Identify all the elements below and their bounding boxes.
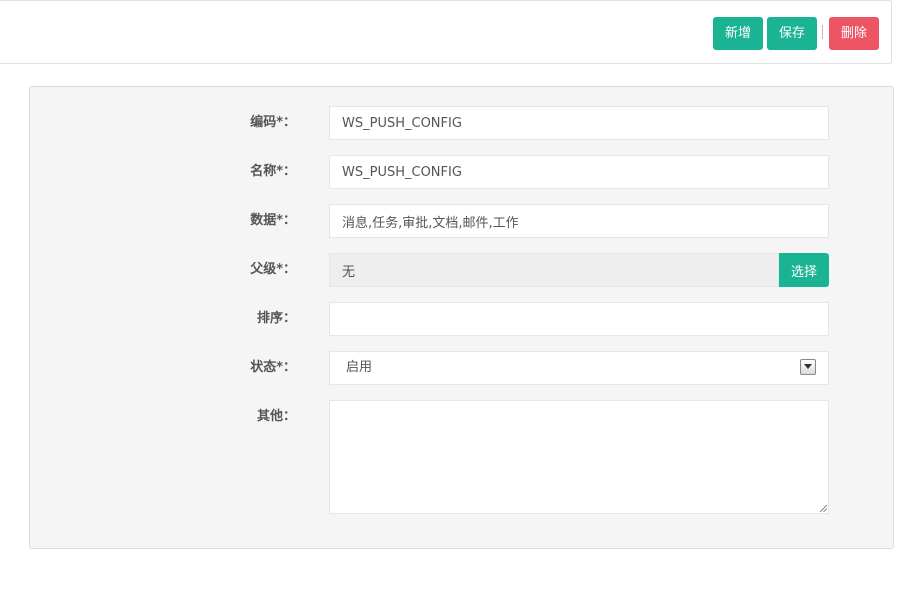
- code-input[interactable]: [329, 106, 829, 140]
- status-select[interactable]: 启用: [329, 351, 829, 385]
- toolbar: 新增 保存 删除: [0, 0, 892, 64]
- chevron-down-icon[interactable]: [800, 359, 816, 375]
- name-input[interactable]: [329, 155, 829, 189]
- other-label: 其他：: [256, 409, 296, 424]
- parent-input[interactable]: [329, 253, 779, 287]
- sort-input[interactable]: [329, 302, 829, 336]
- toolbar-separator: [822, 25, 823, 39]
- sort-label: 排序：: [256, 311, 296, 326]
- code-label: 编码*：: [250, 115, 296, 130]
- page: 新增 保存 删除 编码*： 名称*： 数据*： 父级*： 选择 排序： 状态*：…: [0, 0, 920, 600]
- parent-select-button[interactable]: 选择: [779, 253, 829, 287]
- delete-button[interactable]: 删除: [829, 17, 879, 50]
- data-input[interactable]: [329, 204, 829, 238]
- name-label: 名称*：: [250, 164, 296, 179]
- other-textarea[interactable]: [329, 400, 829, 514]
- status-selected-value: 启用: [346, 360, 373, 375]
- resize-handle-icon[interactable]: [819, 504, 827, 512]
- data-label: 数据*：: [250, 213, 296, 228]
- parent-label: 父级*：: [250, 262, 296, 277]
- form-panel: 编码*： 名称*： 数据*： 父级*： 选择 排序： 状态*： 启用 其他：: [29, 86, 894, 549]
- save-button[interactable]: 保存: [767, 17, 817, 50]
- add-button[interactable]: 新增: [713, 17, 763, 50]
- status-label: 状态*：: [250, 360, 296, 375]
